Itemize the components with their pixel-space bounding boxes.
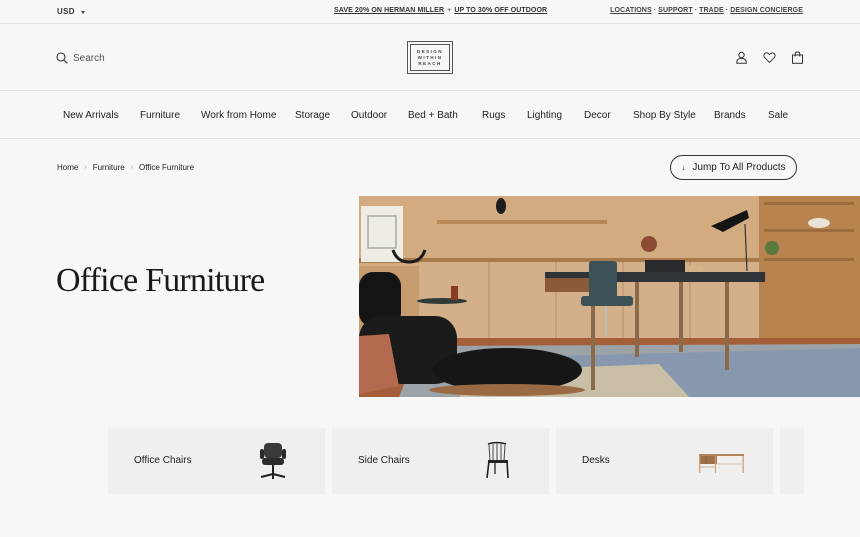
office-chair-thumbnail	[260, 443, 286, 479]
breadcrumb-furniture[interactable]: Furniture	[93, 163, 125, 172]
chevron-right-icon: ›	[84, 164, 87, 171]
category-label: Desks	[582, 455, 610, 466]
nav-item-storage[interactable]: Storage	[295, 110, 330, 121]
promo-separator: +	[447, 7, 452, 14]
search-icon	[56, 52, 68, 64]
main-nav: New Arrivals Furniture Work from Home St…	[0, 92, 860, 139]
jump-button-label: Jump To All Products	[692, 162, 786, 173]
desk-leg	[725, 282, 729, 370]
candle	[451, 286, 458, 300]
nav-item-shop-by-style[interactable]: Shop By Style	[633, 110, 696, 121]
utility-separator: ·	[725, 7, 729, 14]
art-print	[361, 206, 403, 262]
site-header: Search DESIGN WITHIN REACH	[0, 25, 860, 91]
bookcase-shelf	[764, 258, 854, 261]
desk-box	[689, 266, 703, 272]
utility-separator: ·	[653, 7, 657, 14]
logo-frame: DESIGN WITHIN REACH	[410, 44, 450, 71]
nav-item-decor[interactable]: Decor	[584, 110, 611, 121]
desk-leg	[679, 282, 683, 352]
promo-banner: SAVE 20% ON HERMAN MILLER + UP TO 30% OFF …	[334, 7, 547, 14]
desk-leg	[635, 282, 639, 357]
search-label: Search	[73, 52, 105, 64]
promo-link-herman-miller[interactable]: SAVE 20% ON HERMAN MILLER	[334, 7, 444, 14]
utility-link-design-concierge[interactable]: DESIGN CONCIERGE	[730, 7, 803, 14]
utility-link-locations[interactable]: LOCATIONS	[610, 7, 652, 14]
bookcase-shelf	[764, 202, 854, 205]
plant	[765, 241, 779, 255]
shopping-bag-icon[interactable]	[791, 51, 804, 64]
desk-thumbnail	[699, 454, 744, 473]
eames-bird	[496, 198, 506, 214]
nav-item-sale[interactable]: Sale	[768, 110, 788, 121]
utility-link-support[interactable]: SUPPORT	[658, 7, 693, 14]
breadcrumb-current: Office Furniture	[139, 163, 195, 172]
side-chair-thumbnail	[486, 441, 509, 479]
chevron-right-icon: ›	[130, 164, 134, 171]
shelf	[437, 220, 607, 224]
utility-bar: USD SAVE 20% ON HERMAN MILLER + UP TO 30% …	[0, 0, 860, 24]
category-card-side-chairs[interactable]: Side Chairs	[332, 428, 549, 494]
header-actions	[735, 51, 804, 64]
category-card-next-partial[interactable]	[780, 428, 804, 494]
decor-ball	[641, 236, 657, 252]
hero-illustration	[359, 196, 860, 397]
nav-item-furniture[interactable]: Furniture	[140, 110, 180, 121]
jump-to-all-products-button[interactable]: ↓ Jump To All Products	[670, 155, 797, 180]
page-title: Office Furniture	[56, 262, 265, 299]
nav-item-lighting[interactable]: Lighting	[527, 110, 562, 121]
bookcase-shelf	[764, 229, 854, 232]
category-card-office-chairs[interactable]: Office Chairs	[108, 428, 325, 494]
task-chair-seat	[581, 296, 633, 306]
account-icon[interactable]	[735, 51, 748, 64]
nav-item-work-from-home[interactable]: Work from Home	[201, 110, 276, 121]
caret-down-icon	[80, 10, 85, 14]
nav-item-brands[interactable]: Brands	[714, 110, 746, 121]
nav-item-outdoor[interactable]: Outdoor	[351, 110, 387, 121]
utility-link-trade[interactable]: TRADE	[699, 7, 724, 14]
currency-selector[interactable]: USD	[57, 7, 85, 16]
ottoman-base	[429, 384, 585, 396]
logo-line: REACH	[418, 60, 442, 66]
arrow-down-icon: ↓	[681, 163, 686, 172]
laptop	[645, 260, 685, 272]
promo-link-outdoor[interactable]: UP TO 30% OFF OUTDOOR	[454, 7, 547, 14]
hero-image	[359, 196, 860, 397]
category-label: Office Chairs	[134, 455, 192, 466]
bookcase	[759, 196, 860, 346]
category-label: Side Chairs	[358, 455, 410, 466]
nav-item-new-arrivals[interactable]: New Arrivals	[63, 110, 119, 121]
nav-item-bed-bath[interactable]: Bed + Bath	[408, 110, 458, 121]
utility-separator: ·	[694, 7, 698, 14]
utility-links: LOCATIONS · SUPPORT · TRADE · DESIGN CONCIERGE	[610, 7, 803, 14]
breadcrumb-home[interactable]: Home	[57, 163, 78, 172]
category-card-desks[interactable]: Desks	[556, 428, 773, 494]
category-carousel: Office Chairs Side Chairs Desks	[108, 428, 804, 494]
side-table	[417, 298, 467, 304]
currency-value: USD	[57, 7, 75, 16]
breadcrumb: Home › Furniture › Office Furniture	[57, 163, 194, 172]
nav-item-rugs[interactable]: Rugs	[482, 110, 505, 121]
search-button[interactable]: Search	[56, 52, 105, 64]
dwr-logo[interactable]: DESIGN WITHIN REACH	[407, 41, 453, 74]
bowl	[808, 218, 830, 228]
wishlist-heart-icon[interactable]	[763, 51, 776, 64]
task-chair-back	[589, 261, 617, 301]
